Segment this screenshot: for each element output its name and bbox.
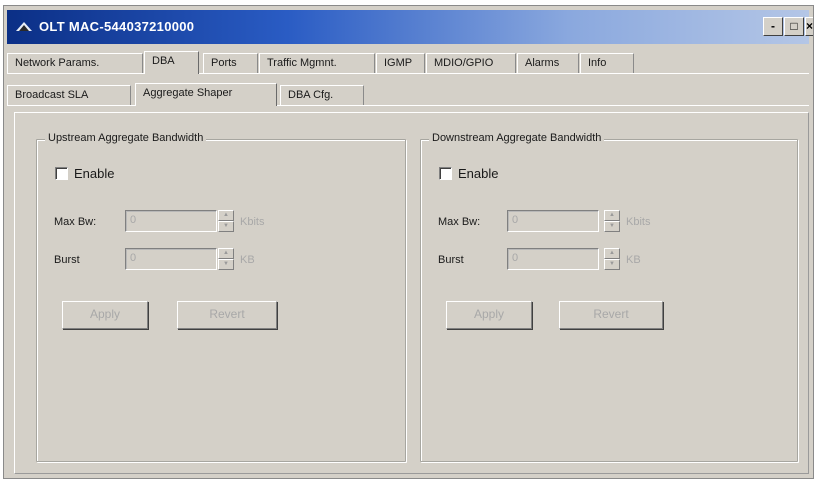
downstream-apply-button[interactable]: Apply — [446, 301, 532, 329]
spin-up-icon[interactable]: ▲ — [604, 248, 620, 259]
olt-app-icon — [16, 22, 32, 31]
upstream-enable-checkbox[interactable]: Enable — [55, 166, 114, 181]
minimize-button[interactable]: - — [763, 17, 783, 36]
spin-down-icon[interactable]: ▼ — [604, 221, 620, 232]
close-button[interactable]: × — [805, 17, 813, 36]
tab-mdio-gpio[interactable]: MDIO/GPIO — [426, 53, 516, 73]
downstream-enable-checkbox[interactable]: Enable — [439, 166, 498, 181]
downstream-group-title: Downstream Aggregate Bandwidth — [429, 132, 605, 144]
spin-up-icon[interactable]: ▲ — [604, 210, 620, 221]
tab-network-params[interactable]: Network Params. — [7, 53, 143, 73]
downstream-burst-input[interactable]: 0 — [507, 248, 599, 270]
upstream-apply-button[interactable]: Apply — [62, 301, 148, 329]
tab-igmp[interactable]: IGMP — [376, 53, 425, 73]
tab-dba-cfg[interactable]: DBA Cfg. — [280, 85, 364, 105]
spin-down-icon[interactable]: ▼ — [218, 221, 234, 232]
downstream-burst-unit: KB — [626, 254, 641, 266]
upstream-max-bw-unit: Kbits — [240, 216, 265, 228]
downstream-burst-spinner[interactable]: ▲ ▼ — [604, 248, 620, 270]
downstream-burst-label: Burst — [438, 254, 464, 266]
tab-alarms[interactable]: Alarms — [517, 53, 579, 73]
sub-tab-divider — [7, 105, 809, 106]
downstream-enable-label: Enable — [458, 166, 499, 181]
window-title: OLT MAC-544037210000 — [39, 19, 195, 34]
spin-down-icon[interactable]: ▼ — [604, 259, 620, 270]
downstream-revert-button[interactable]: Revert — [559, 301, 663, 329]
downstream-max-bw-spinner[interactable]: ▲ ▼ — [604, 210, 620, 232]
downstream-max-bw-label: Max Bw: — [438, 216, 481, 228]
main-tab-bar: Network Params. DBA Ports Traffic Mgmnt.… — [7, 51, 809, 74]
tab-broadcast-sla[interactable]: Broadcast SLA — [7, 85, 131, 105]
upstream-max-bw-input[interactable]: 0 — [125, 210, 217, 232]
tab-ports[interactable]: Ports — [203, 53, 258, 73]
upstream-group-title: Upstream Aggregate Bandwidth — [45, 132, 207, 144]
checkbox-box[interactable] — [439, 167, 452, 180]
upstream-max-bw-spinner[interactable]: ▲ ▼ — [218, 210, 234, 232]
tab-dba[interactable]: DBA — [144, 51, 199, 74]
upstream-burst-input[interactable]: 0 — [125, 248, 217, 270]
upstream-revert-button[interactable]: Revert — [177, 301, 277, 329]
upstream-burst-label: Burst — [54, 254, 80, 266]
spin-up-icon[interactable]: ▲ — [218, 248, 234, 259]
tab-aggregate-shaper[interactable]: Aggregate Shaper — [135, 83, 277, 106]
spin-up-icon[interactable]: ▲ — [218, 210, 234, 221]
tab-traffic-mgmnt[interactable]: Traffic Mgmnt. — [259, 53, 375, 73]
main-tab-divider — [7, 73, 809, 74]
upstream-burst-unit: KB — [240, 254, 255, 266]
tab-info[interactable]: Info — [580, 53, 634, 73]
checkbox-box[interactable] — [55, 167, 68, 180]
downstream-max-bw-input[interactable]: 0 — [507, 210, 599, 232]
sub-tab-bar: Broadcast SLA Aggregate Shaper DBA Cfg. — [7, 83, 809, 106]
downstream-group: Downstream Aggregate Bandwidth Enable Ma… — [420, 132, 798, 462]
title-bar[interactable]: OLT MAC-544037210000 - □ × — [7, 10, 813, 44]
downstream-max-bw-unit: Kbits — [626, 216, 651, 228]
maximize-button[interactable]: □ — [784, 17, 804, 36]
spin-down-icon[interactable]: ▼ — [218, 259, 234, 270]
upstream-enable-label: Enable — [74, 166, 115, 181]
upstream-group: Upstream Aggregate Bandwidth Enable Max … — [36, 132, 406, 462]
olt-window: OLT MAC-544037210000 - □ × Network Param… — [3, 5, 814, 479]
upstream-max-bw-label: Max Bw: — [54, 216, 97, 228]
upstream-burst-spinner[interactable]: ▲ ▼ — [218, 248, 234, 270]
